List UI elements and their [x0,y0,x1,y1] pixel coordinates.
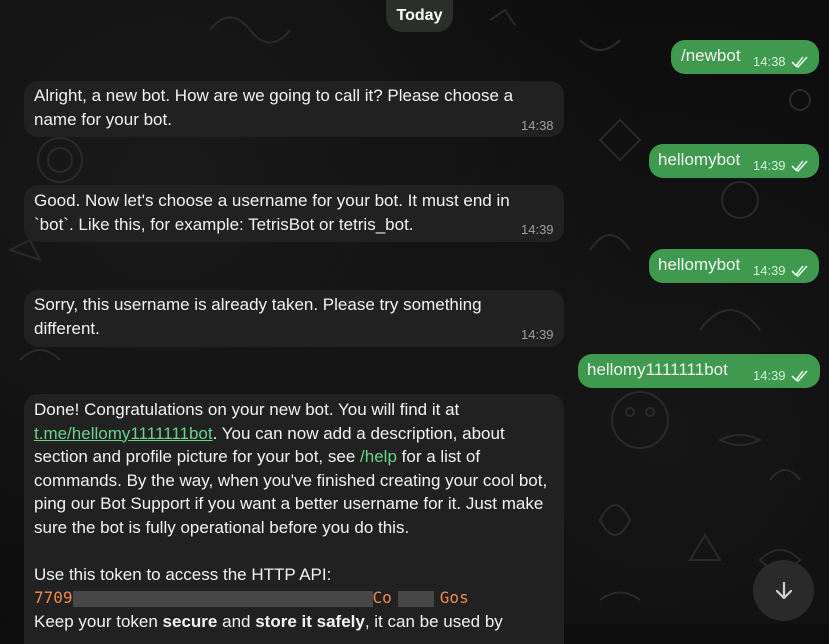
token-intro: Use this token to access the HTTP API: [34,564,332,584]
message-text: Good. Now let's choose a username for yo… [34,191,510,234]
bot-link[interactable]: t.me/hellomy1111111bot [34,424,213,443]
token-redaction [397,590,434,607]
keep-and: and [222,611,251,631]
incoming-message[interactable]: Good. Now let's choose a username for yo… [24,185,564,242]
arrow-down-icon [775,581,792,599]
outgoing-message[interactable]: hellomybot 14:39 [649,249,819,283]
message-time: 14:39 [753,158,786,173]
token-middle: Co [372,588,392,607]
keep-secure: secure [162,611,218,631]
keep-token-suffix: , it can be used by [364,611,503,631]
message-time: 14:39 [753,368,786,383]
double-check-icon [791,265,808,277]
message-time: 14:39 [521,327,554,342]
keep-token-prefix: Keep your token [34,611,158,631]
message-text: Sorry, this username is already taken. P… [34,295,482,338]
outgoing-message[interactable]: /newbot 14:38 [671,40,819,74]
message-text: hellomybot [658,150,741,169]
scroll-to-bottom-button[interactable] [753,560,814,621]
message-text: Alright, a new bot. How are we going to … [34,86,514,129]
message-time: 14:38 [521,118,554,133]
incoming-message[interactable]: Alright, a new bot. How are we going to … [24,81,564,137]
message-time: 14:38 [753,54,786,69]
message-time: 14:39 [521,222,554,237]
done-text-start: Done! Congratulations on your new bot. Y… [34,400,460,419]
outgoing-message[interactable]: hellomy1111111bot 14:39 [578,354,820,388]
incoming-message[interactable]: Sorry, this username is already taken. P… [24,290,564,347]
message-text: /newbot [681,46,741,65]
date-separator: Today [386,0,453,32]
token-start: 7709 [34,588,73,607]
bot-done-message[interactable]: Done! Congratulations on your new bot. Y… [24,394,564,644]
api-token[interactable]: 7709 Co Gos [34,588,469,607]
message-time: 14:39 [753,263,786,278]
token-redaction [72,590,373,607]
message-body: Done! Congratulations on your new bot. Y… [34,398,556,633]
double-check-icon [791,160,808,172]
double-check-icon [791,370,808,382]
message-text: hellomybot [658,255,741,274]
message-text: hellomy1111111bot [587,360,728,379]
help-command-link[interactable]: /help [360,447,397,466]
double-check-icon [791,56,808,68]
keep-store-safely: store it safely [255,611,365,631]
token-end: Gos [439,588,469,607]
outgoing-message[interactable]: hellomybot 14:39 [649,144,819,178]
